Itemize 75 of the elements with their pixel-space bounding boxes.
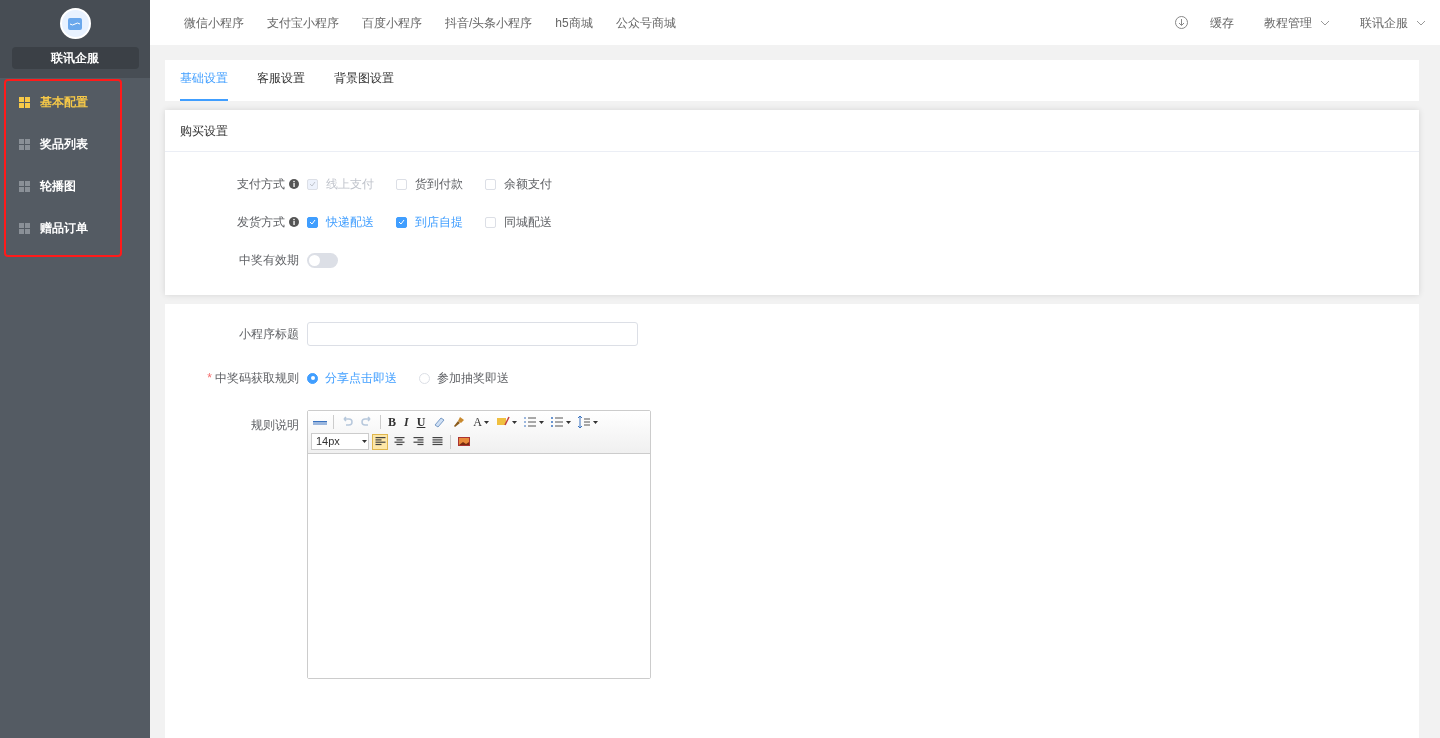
- caret-icon: [539, 420, 545, 424]
- caret-icon: [362, 440, 367, 443]
- info-icon: [289, 217, 299, 227]
- top-menu[interactable]: 联讯企服: [1360, 13, 1426, 32]
- grid-icon: [19, 180, 30, 192]
- sidebar-item[interactable]: 赠品订单: [6, 207, 120, 249]
- store-icon: [68, 17, 82, 30]
- top-nav-link[interactable]: 微信小程序: [184, 13, 244, 32]
- radio-button[interactable]: [307, 372, 318, 384]
- grid-icon: [19, 96, 30, 108]
- check-icon: [309, 181, 316, 187]
- align-button[interactable]: [372, 433, 388, 450]
- info-icon: [289, 179, 299, 189]
- caret-icon: [593, 420, 599, 424]
- field-label: 发货方式: [237, 214, 285, 231]
- title-input[interactable]: [307, 322, 638, 346]
- top-nav-link[interactable]: 抖音/头条小程序: [445, 13, 533, 32]
- sidebar-item[interactable]: 奖品列表: [6, 123, 120, 165]
- field-label: 中奖有效期: [239, 252, 299, 269]
- tab[interactable]: 背景图设置: [334, 69, 394, 101]
- chevron-down-icon: [1320, 19, 1330, 26]
- checkbox-option[interactable]: 同城配送: [485, 213, 552, 231]
- check-icon: [309, 219, 316, 225]
- card-title: 购买设置: [165, 110, 1419, 152]
- ol-icon: [523, 415, 538, 429]
- lineheight-icon: [577, 415, 592, 429]
- toggle-switch[interactable]: [307, 252, 338, 268]
- caret-icon: [566, 420, 572, 424]
- brush-icon: [452, 415, 467, 429]
- grid-icon: [19, 138, 30, 150]
- align-center-icon: [393, 437, 405, 446]
- sidebar-item[interactable]: 轮播图: [6, 165, 120, 207]
- top-nav-link[interactable]: h5商城: [555, 13, 593, 32]
- eraser-icon: [432, 415, 447, 429]
- caret-icon: [512, 420, 518, 424]
- cache-link[interactable]: 缓存: [1210, 13, 1234, 32]
- field-label: 支付方式: [237, 176, 285, 193]
- format-button[interactable]: U: [413, 413, 429, 431]
- image-icon: [458, 437, 470, 446]
- format-button[interactable]: B: [385, 413, 399, 431]
- top-nav-link[interactable]: 支付宝小程序: [267, 13, 339, 32]
- align-right-icon: [412, 437, 424, 446]
- ul-icon: [550, 415, 565, 429]
- rich-text-editor[interactable]: B I U A 14px: [307, 410, 651, 679]
- redo-icon: [360, 415, 374, 429]
- format-button[interactable]: I: [401, 413, 412, 431]
- top-nav-link[interactable]: 百度小程序: [362, 13, 422, 32]
- download-icon[interactable]: [1175, 16, 1188, 29]
- sidebar-item[interactable]: 基本配置: [6, 81, 120, 123]
- radio-option[interactable]: 参加抽奖即送: [419, 369, 509, 387]
- top-menu[interactable]: 教程管理: [1264, 13, 1330, 32]
- checkbox-option[interactable]: 余额支付: [485, 175, 552, 193]
- lineheight-button[interactable]: [575, 415, 601, 429]
- tab[interactable]: 客服设置: [257, 69, 305, 101]
- top-nav-link[interactable]: 公众号商城: [615, 13, 676, 32]
- ol-button[interactable]: [521, 415, 547, 429]
- brand-name: 联讯企服: [11, 47, 139, 69]
- check-icon: [398, 219, 405, 225]
- grid-icon: [19, 222, 30, 234]
- chevron-down-icon: [1416, 19, 1426, 26]
- field-label: 小程序标题: [239, 327, 299, 341]
- ul-button[interactable]: [548, 415, 574, 429]
- field-label: 中奖码获取规则: [215, 371, 299, 385]
- align-justify-icon: [431, 437, 443, 446]
- font-color-button[interactable]: A: [470, 413, 493, 431]
- checkbox[interactable]: [396, 216, 407, 228]
- required-mark: *: [207, 371, 212, 385]
- align-left-icon: [374, 437, 386, 446]
- font-size-select[interactable]: 14px: [311, 433, 369, 450]
- undo-icon: [340, 415, 354, 429]
- caret-icon: [484, 420, 490, 424]
- image-button[interactable]: [456, 437, 472, 446]
- checkbox[interactable]: [307, 216, 318, 228]
- checkbox-option[interactable]: 货到付款: [396, 175, 463, 193]
- field-label: 规则说明: [251, 418, 299, 432]
